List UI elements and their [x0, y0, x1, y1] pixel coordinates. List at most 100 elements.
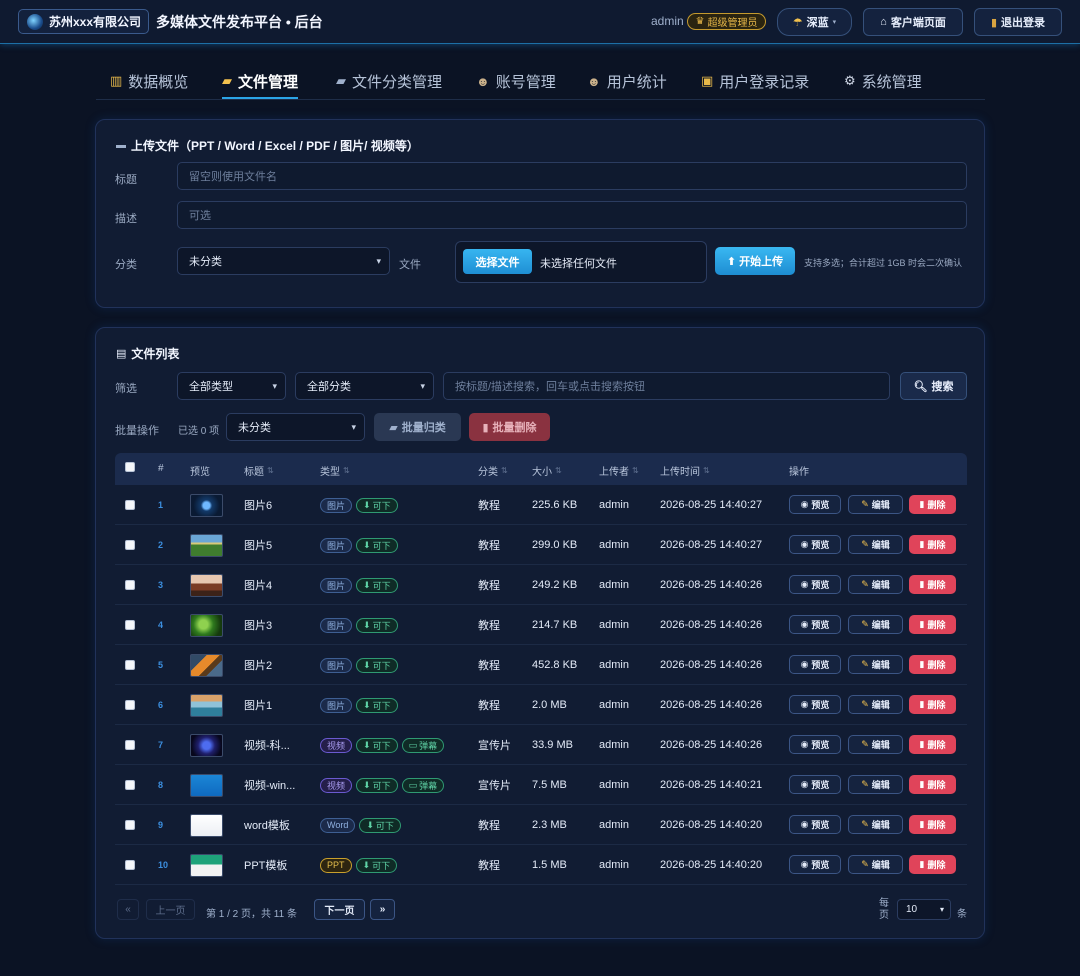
edit-label: 编辑	[871, 540, 890, 550]
client-page-button[interactable]: ⌂ 客户端页面	[863, 8, 963, 36]
search-icon: 🔍︎	[913, 380, 928, 393]
select-all-checkbox[interactable]	[125, 462, 135, 472]
edit-button[interactable]: ✎ 编辑	[848, 535, 903, 554]
col-size[interactable]: 大小 ⇅	[532, 463, 562, 478]
preview-thumbnail[interactable]	[190, 733, 223, 757]
file-title: 图片2	[244, 660, 273, 672]
preview-button[interactable]: ◉ 预览	[789, 575, 841, 594]
preview-button[interactable]: ◉ 预览	[789, 735, 841, 754]
edit-button[interactable]: ✎ 编辑	[848, 495, 903, 514]
row-checkbox[interactable]	[125, 860, 135, 870]
preview-thumbnail[interactable]	[190, 533, 223, 557]
type-filter-select[interactable]: 全部类型 ▾	[177, 372, 286, 400]
last-page-button[interactable]: »	[370, 899, 395, 920]
edit-button[interactable]: ✎ 编辑	[848, 815, 903, 834]
tab-file-management[interactable]: ▰ 文件管理	[222, 70, 299, 99]
search-input[interactable]: 按标题/描述搜索，回车或点击搜索按钮	[443, 372, 890, 400]
preview-button[interactable]: ◉ 预览	[789, 535, 841, 554]
delete-button[interactable]: ▮ 删除	[909, 615, 956, 634]
preview-thumbnail[interactable]	[190, 493, 223, 517]
col-category[interactable]: 分类 ⇅	[478, 463, 508, 478]
preview-button[interactable]: ◉ 预览	[789, 855, 841, 874]
company-logo[interactable]: 苏州xxx有限公司	[18, 9, 149, 34]
delete-button[interactable]: ▮ 删除	[909, 655, 956, 674]
next-page-button[interactable]: 下一页	[314, 899, 365, 920]
tab-overview[interactable]: ▥ 数据概览	[110, 70, 188, 92]
type-badge: 图片	[320, 617, 353, 633]
file-size: 33.9 MB	[532, 739, 573, 751]
preview-button[interactable]: ◉ 预览	[789, 655, 841, 674]
edit-button[interactable]: ✎ 编辑	[848, 775, 903, 794]
delete-button[interactable]: ▮ 删除	[909, 775, 956, 794]
preview-button[interactable]: ◉ 预览	[789, 815, 841, 834]
delete-button[interactable]: ▮ 删除	[909, 575, 956, 594]
row-checkbox[interactable]	[125, 820, 135, 830]
delete-button[interactable]: ▮ 删除	[909, 855, 956, 874]
col-title[interactable]: 标题 ⇅	[244, 463, 274, 478]
row-checkbox[interactable]	[125, 700, 135, 710]
category-filter-select[interactable]: 全部分类 ▾	[295, 372, 434, 400]
preview-thumbnail[interactable]	[190, 813, 223, 837]
row-checkbox[interactable]	[125, 580, 135, 590]
delete-label: 删除	[927, 620, 946, 630]
category-select[interactable]: 未分类 ▾	[177, 247, 390, 275]
list-title-text: 文件列表	[131, 347, 180, 361]
preview-thumbnail[interactable]	[190, 853, 223, 877]
col-type[interactable]: 类型 ⇅	[320, 463, 350, 478]
delete-button[interactable]: ▮ 删除	[909, 695, 956, 714]
tab-category-management[interactable]: ▰ 文件分类管理	[336, 70, 442, 92]
delete-label: 删除	[927, 500, 946, 510]
edit-button[interactable]: ✎ 编辑	[848, 695, 903, 714]
batch-assign-button[interactable]: ▰ 批量归类	[374, 413, 461, 441]
file-uploader: admin	[599, 659, 629, 671]
preview-thumbnail[interactable]	[190, 773, 223, 797]
start-upload-button[interactable]: ⬆ 开始上传	[715, 247, 795, 275]
tab-user-stats[interactable]: ☻ 用户统计	[587, 70, 667, 92]
tab-login-records[interactable]: ▣ 用户登录记录	[701, 70, 809, 92]
search-button[interactable]: 🔍︎ 搜索	[900, 372, 967, 400]
tab-account-management[interactable]: ☻ 账号管理	[476, 70, 556, 92]
sort-icon: ⇅	[267, 466, 274, 475]
pencil-icon: ✎	[861, 739, 869, 749]
pencil-icon: ✎	[861, 499, 869, 509]
col-upload-time[interactable]: 上传时间 ⇅	[660, 463, 710, 478]
file-title: 图片6	[244, 500, 273, 512]
row-checkbox[interactable]	[125, 780, 135, 790]
edit-button[interactable]: ✎ 编辑	[848, 575, 903, 594]
logout-button[interactable]: ▮ 退出登录	[974, 8, 1062, 36]
batch-category-select[interactable]: 未分类 ▾	[226, 413, 365, 441]
preview-thumbnail[interactable]	[190, 573, 223, 597]
first-page-button[interactable]: «	[117, 899, 139, 920]
preview-thumbnail[interactable]	[190, 653, 223, 677]
preview-button[interactable]: ◉ 预览	[789, 695, 841, 714]
edit-button[interactable]: ✎ 编辑	[848, 655, 903, 674]
delete-button[interactable]: ▮ 删除	[909, 815, 956, 834]
preview-thumbnail[interactable]	[190, 613, 223, 637]
preview-thumbnail[interactable]	[190, 693, 223, 717]
theme-switch-button[interactable]: ☂ 深蓝 ▾	[777, 8, 852, 36]
delete-button[interactable]: ▮ 删除	[909, 735, 956, 754]
edit-button[interactable]: ✎ 编辑	[848, 735, 903, 754]
title-input[interactable]: 留空则使用文件名	[177, 162, 967, 190]
row-checkbox[interactable]	[125, 740, 135, 750]
preview-button[interactable]: ◉ 预览	[789, 495, 841, 514]
delete-button[interactable]: ▮ 删除	[909, 535, 956, 554]
description-input[interactable]: 可选	[177, 201, 967, 229]
table-row: 1 图片6 图片 ⬇ 可下 教程 225.6 KB admin 2026-08-2…	[115, 485, 967, 525]
tab-system-management[interactable]: ⚙ 系统管理	[844, 70, 922, 92]
document-icon: ▤	[116, 348, 127, 360]
preview-button[interactable]: ◉ 预览	[789, 615, 841, 634]
delete-button[interactable]: ▮ 删除	[909, 495, 956, 514]
row-checkbox[interactable]	[125, 500, 135, 510]
batch-delete-button[interactable]: ▮ 批量删除	[469, 413, 550, 441]
choose-file-button[interactable]: 选择文件	[463, 249, 532, 274]
row-checkbox[interactable]	[125, 540, 135, 550]
preview-button[interactable]: ◉ 预览	[789, 775, 841, 794]
row-checkbox[interactable]	[125, 620, 135, 630]
col-uploader[interactable]: 上传者 ⇅	[599, 463, 639, 478]
row-checkbox[interactable]	[125, 660, 135, 670]
edit-button[interactable]: ✎ 编辑	[848, 615, 903, 634]
per-page-select[interactable]: 10 ▾	[897, 899, 951, 920]
prev-page-button[interactable]: 上一页	[146, 899, 195, 920]
edit-button[interactable]: ✎ 编辑	[848, 855, 903, 874]
